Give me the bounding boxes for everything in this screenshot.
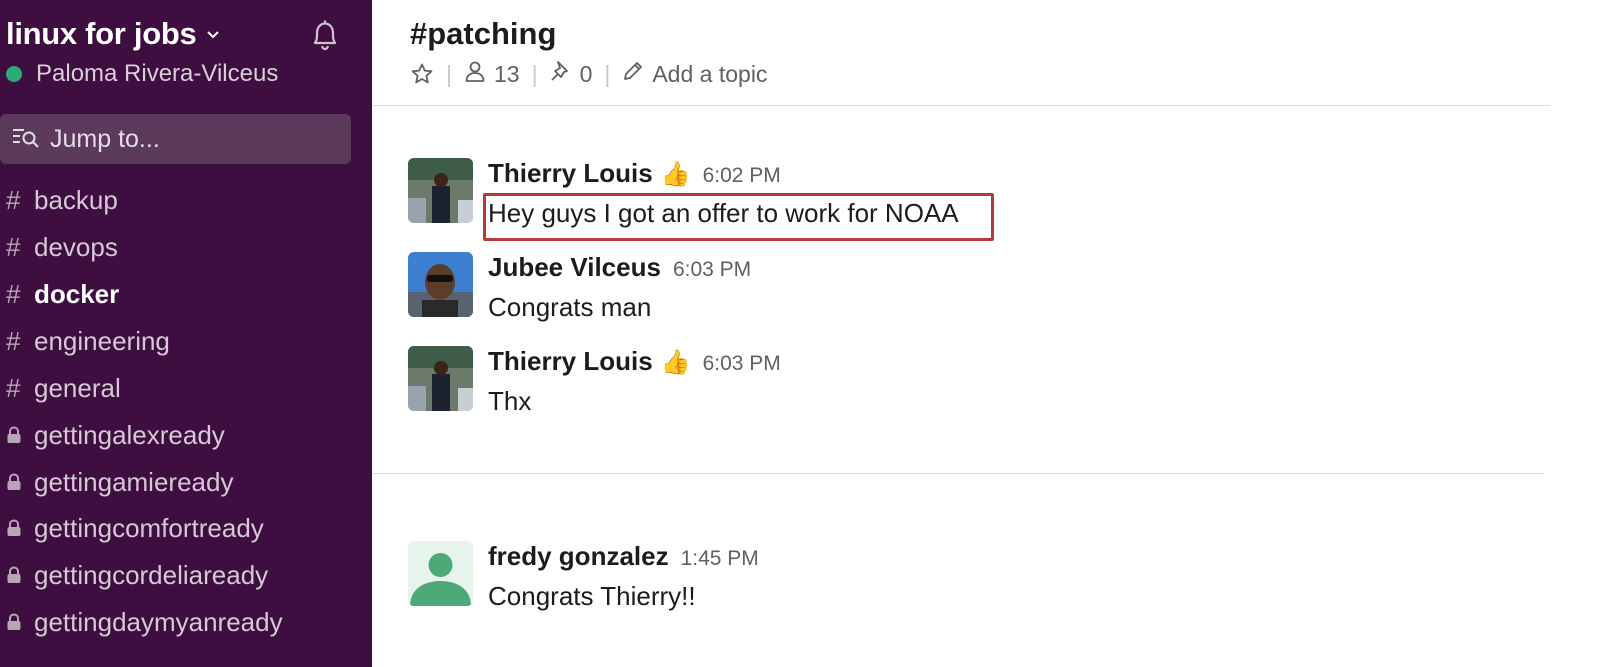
divider	[372, 105, 1550, 106]
sidebar-item-engineering[interactable]: # engineering	[0, 321, 372, 361]
sender-name[interactable]: Thierry Louis	[488, 158, 653, 189]
sidebar-item-general[interactable]: # general	[0, 368, 372, 408]
search-list-icon	[12, 126, 40, 153]
channel-label: engineering	[34, 325, 170, 356]
timestamp[interactable]: 6:02 PM	[703, 164, 781, 188]
timestamp[interactable]: 6:03 PM	[703, 352, 781, 376]
hash-icon: #	[6, 325, 21, 356]
workspace-name[interactable]: linux for jobs	[6, 16, 197, 52]
avatar[interactable]	[408, 252, 473, 317]
current-user[interactable]: Paloma Rivera-Vilceus	[6, 60, 278, 88]
channel-label: gettingamieready	[34, 466, 234, 497]
bell-icon[interactable]	[306, 16, 344, 59]
channel-label: general	[34, 372, 121, 403]
message-header: Thierry Louis 👍 6:03 PM	[488, 346, 781, 377]
channel-meta: | 13 | 0 | Add a topic	[410, 60, 767, 88]
hash-icon: #	[6, 372, 21, 403]
message-text: Congrats Thierry!!	[488, 581, 696, 611]
sender-name[interactable]: Thierry Louis	[488, 346, 653, 377]
channel-label: devops	[34, 231, 118, 262]
add-topic-label: Add a topic	[652, 60, 768, 87]
sidebar-item-devops[interactable]: # devops	[0, 227, 372, 267]
sender-name[interactable]: fredy gonzalez	[488, 541, 669, 572]
divider: |	[604, 60, 611, 87]
hash-icon: #	[6, 184, 21, 215]
members-button[interactable]: 13	[464, 60, 520, 88]
channel-view: #patching | 13 | 0 | Add a topic Thierry…	[372, 0, 1600, 667]
lock-icon	[6, 519, 34, 537]
timestamp[interactable]: 6:03 PM	[673, 258, 751, 282]
jump-to-button[interactable]: Jump to...	[0, 114, 351, 164]
divider	[372, 473, 1544, 474]
workspace-switcher[interactable]: linux for jobs	[6, 16, 220, 52]
pin-icon	[550, 60, 572, 88]
sender-name[interactable]: Jubee Vilceus	[488, 252, 661, 283]
message-header: Thierry Louis 👍 6:02 PM	[488, 158, 781, 189]
channel-label: gettingcordeliaready	[34, 559, 269, 590]
default-avatar-icon[interactable]	[408, 541, 473, 606]
sidebar-item-docker[interactable]: # docker	[0, 274, 372, 314]
message-header: Jubee Vilceus 6:03 PM	[488, 252, 751, 283]
message-text: Congrats man	[488, 292, 652, 322]
jump-to-label: Jump to...	[50, 124, 160, 153]
user-name: Paloma Rivera-Vilceus	[36, 60, 279, 87]
avatar[interactable]	[408, 158, 473, 223]
channel-label: backup	[34, 184, 118, 215]
sidebar-item-gettingcomfortready[interactable]: gettingcomfortready	[0, 508, 372, 548]
lock-icon	[6, 566, 34, 584]
chevron-down-icon[interactable]	[206, 27, 220, 45]
channel-label: docker	[34, 278, 120, 309]
channel-label: gettingalexready	[34, 419, 225, 450]
sidebar-item-backup[interactable]: # backup	[0, 180, 372, 220]
pinned-button[interactable]: 0	[550, 60, 593, 88]
lock-icon	[6, 473, 34, 491]
person-icon	[464, 60, 486, 88]
message-header: fredy gonzalez 1:45 PM	[488, 541, 759, 572]
pinned-count: 0	[579, 60, 593, 87]
lock-icon	[6, 613, 34, 631]
add-topic-button[interactable]: Add a topic	[622, 60, 767, 88]
divider: |	[531, 60, 538, 87]
divider: |	[446, 60, 452, 87]
sidebar-item-gettingamieready[interactable]: gettingamieready	[0, 462, 372, 502]
sidebar-item-gettingalexready[interactable]: gettingalexready	[0, 415, 372, 455]
hash-icon: #	[6, 278, 21, 309]
highlight-box	[483, 193, 994, 241]
presence-dot	[6, 66, 22, 82]
timestamp[interactable]: 1:45 PM	[681, 547, 759, 571]
sidebar-item-gettingdaymyanready[interactable]: gettingdaymyanready	[0, 602, 372, 642]
status-emoji: 👍	[660, 161, 691, 188]
lock-icon	[6, 426, 34, 444]
message-text: Thx	[488, 386, 532, 416]
star-icon[interactable]	[410, 62, 434, 86]
sidebar: linux for jobs Paloma Rivera-Vilceus Jum…	[0, 0, 372, 667]
channel-label: gettingdaymyanready	[34, 606, 283, 637]
hash-icon: #	[6, 231, 21, 262]
status-emoji: 👍	[660, 349, 691, 376]
pencil-icon	[622, 60, 644, 88]
avatar[interactable]	[408, 346, 473, 411]
sidebar-item-gettingcordeliaready[interactable]: gettingcordeliaready	[0, 555, 372, 595]
channel-title[interactable]: #patching	[410, 16, 556, 52]
member-count: 13	[493, 60, 520, 87]
channel-label: gettingcomfortready	[34, 512, 264, 543]
